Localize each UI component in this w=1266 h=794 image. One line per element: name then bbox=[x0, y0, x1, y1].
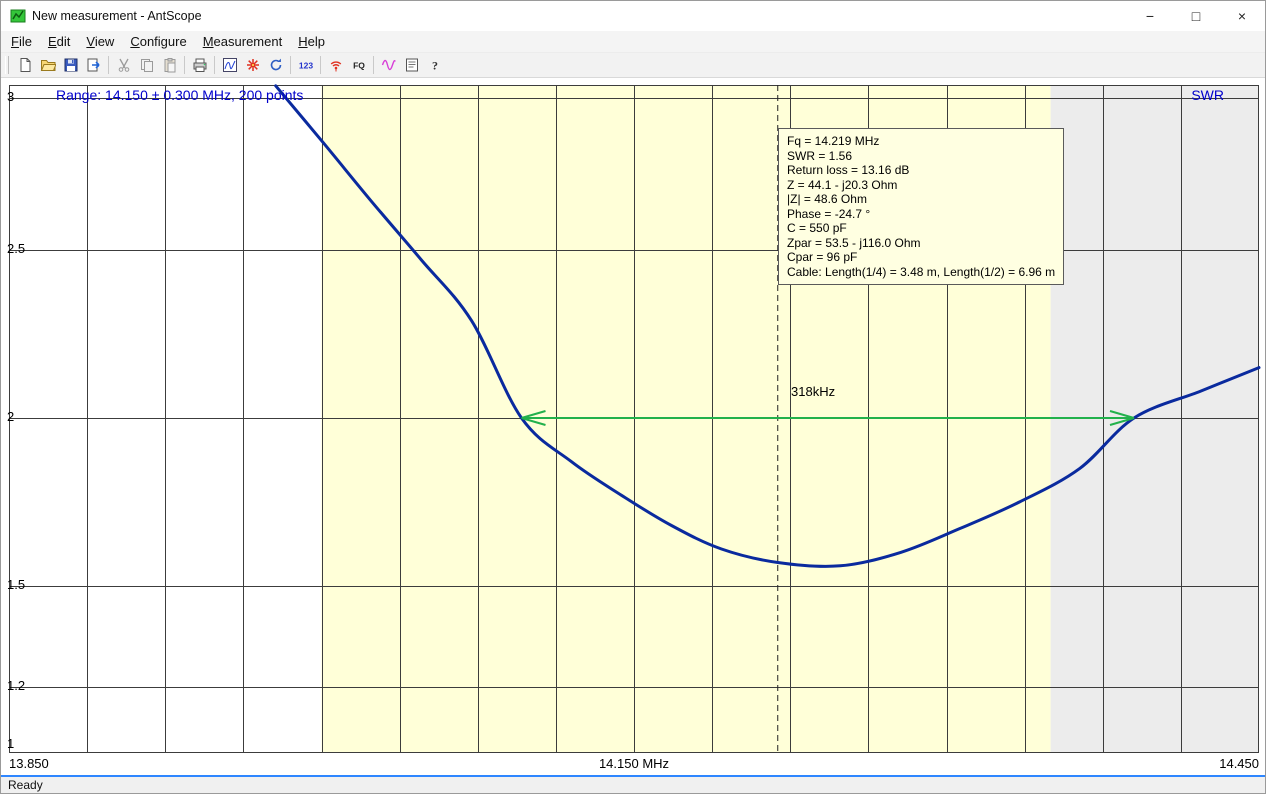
window-title: New measurement - AntScope bbox=[32, 9, 202, 23]
numeric-123-icon: 123 bbox=[297, 57, 315, 73]
swr-axis-label: SWR bbox=[1191, 87, 1224, 103]
toolbar-separator bbox=[184, 56, 185, 74]
info-line: Cpar = 96 pF bbox=[787, 250, 1055, 265]
report-button[interactable] bbox=[400, 54, 423, 76]
info-line: Cable: Length(1/4) = 3.48 m, Length(1/2)… bbox=[787, 265, 1055, 280]
menu-view[interactable]: View bbox=[78, 32, 122, 51]
help-button[interactable]: ? bbox=[423, 54, 446, 76]
print-button[interactable] bbox=[188, 54, 211, 76]
svg-text:123: 123 bbox=[298, 61, 312, 71]
export-icon bbox=[86, 57, 102, 73]
minimize-button[interactable]: − bbox=[1127, 1, 1173, 31]
copy-icon bbox=[139, 57, 155, 73]
cut-button[interactable] bbox=[112, 54, 135, 76]
toolbar-separator bbox=[290, 56, 291, 74]
numeric-values-button[interactable]: 123 bbox=[294, 54, 317, 76]
save-button[interactable] bbox=[59, 54, 82, 76]
info-line: Return loss = 13.16 dB bbox=[787, 163, 1055, 178]
new-button[interactable] bbox=[13, 54, 36, 76]
statusbar: Ready bbox=[1, 777, 1265, 793]
save-floppy-icon bbox=[63, 57, 79, 73]
toolbar-separator bbox=[108, 56, 109, 74]
frequency-button[interactable]: FQ bbox=[347, 54, 370, 76]
menubar: File Edit View Configure Measurement Hel… bbox=[1, 31, 1265, 53]
svg-text:?: ? bbox=[432, 59, 438, 73]
info-line: SWR = 1.56 bbox=[787, 149, 1055, 164]
menu-edit[interactable]: Edit bbox=[40, 32, 78, 51]
titlebar: New measurement - AntScope − □ × bbox=[1, 1, 1265, 31]
scan-button[interactable] bbox=[241, 54, 264, 76]
info-line: |Z| = 48.6 Ohm bbox=[787, 192, 1055, 207]
antscope-window: New measurement - AntScope − □ × File Ed… bbox=[0, 0, 1266, 794]
refresh-icon bbox=[268, 57, 284, 73]
app-icon bbox=[10, 8, 26, 24]
antenna-button[interactable] bbox=[324, 54, 347, 76]
y-axis-tick: 2.5 bbox=[7, 241, 37, 256]
menu-configure[interactable]: Configure bbox=[122, 32, 194, 51]
chart-view-button[interactable] bbox=[218, 54, 241, 76]
status-text: Ready bbox=[8, 778, 43, 792]
info-line: C = 550 pF bbox=[787, 221, 1055, 236]
y-axis-tick: 3 bbox=[7, 89, 37, 104]
help-question-icon: ? bbox=[427, 57, 443, 73]
paste-clipboard-icon bbox=[162, 57, 178, 73]
maximize-button[interactable]: □ bbox=[1173, 1, 1219, 31]
report-notes-icon bbox=[404, 57, 420, 73]
x-axis-tick: 13.850 bbox=[9, 756, 49, 771]
continuous-scan-button[interactable] bbox=[264, 54, 287, 76]
x-axis-tick: 14.150 MHz bbox=[584, 756, 684, 771]
menu-help[interactable]: Help bbox=[290, 32, 333, 51]
info-line: Z = 44.1 - j20.3 Ohm bbox=[787, 178, 1055, 193]
window-controls: − □ × bbox=[1127, 1, 1265, 31]
measurement-info-box: Fq = 14.219 MHz SWR = 1.56 Return loss =… bbox=[778, 128, 1064, 285]
chart-icon bbox=[222, 57, 238, 73]
swr-plot[interactable] bbox=[1, 78, 1266, 775]
export-button[interactable] bbox=[82, 54, 105, 76]
bandwidth-label: 318kHz bbox=[791, 384, 835, 399]
toolbar: 123 FQ bbox=[1, 53, 1265, 78]
close-button[interactable]: × bbox=[1219, 1, 1265, 31]
open-folder-icon bbox=[40, 57, 56, 73]
cut-scissors-icon bbox=[116, 57, 132, 73]
toolbar-separator bbox=[214, 56, 215, 74]
x-axis-tick: 14.450 bbox=[1209, 756, 1259, 771]
fq-icon: FQ bbox=[350, 57, 368, 73]
info-line: Zpar = 53.5 - j116.0 Ohm bbox=[787, 236, 1055, 251]
toolbar-grip bbox=[5, 56, 9, 74]
y-axis-tick: 2 bbox=[7, 409, 37, 424]
y-axis-tick: 1.2 bbox=[7, 678, 37, 693]
svg-text:FQ: FQ bbox=[353, 61, 365, 71]
waveform-icon bbox=[381, 57, 397, 73]
toolbar-separator bbox=[320, 56, 321, 74]
menu-file[interactable]: File bbox=[3, 32, 40, 51]
new-document-icon bbox=[17, 57, 33, 73]
waveform-button[interactable] bbox=[377, 54, 400, 76]
open-button[interactable] bbox=[36, 54, 59, 76]
copy-button[interactable] bbox=[135, 54, 158, 76]
paste-button[interactable] bbox=[158, 54, 181, 76]
menu-measurement[interactable]: Measurement bbox=[195, 32, 291, 51]
print-icon bbox=[192, 57, 208, 73]
toolbar-separator bbox=[373, 56, 374, 74]
antenna-signal-icon bbox=[328, 57, 344, 73]
y-axis-tick: 1.5 bbox=[7, 577, 37, 592]
y-axis-tick: 1 bbox=[7, 736, 37, 751]
info-line: Fq = 14.219 MHz bbox=[787, 134, 1055, 149]
range-label: Range: 14.150 ± 0.300 MHz, 200 points bbox=[56, 87, 303, 103]
chart-panel: Range: 14.150 ± 0.300 MHz, 200 points SW… bbox=[1, 78, 1265, 775]
burst-icon bbox=[245, 57, 261, 73]
info-line: Phase = -24.7 ° bbox=[787, 207, 1055, 222]
